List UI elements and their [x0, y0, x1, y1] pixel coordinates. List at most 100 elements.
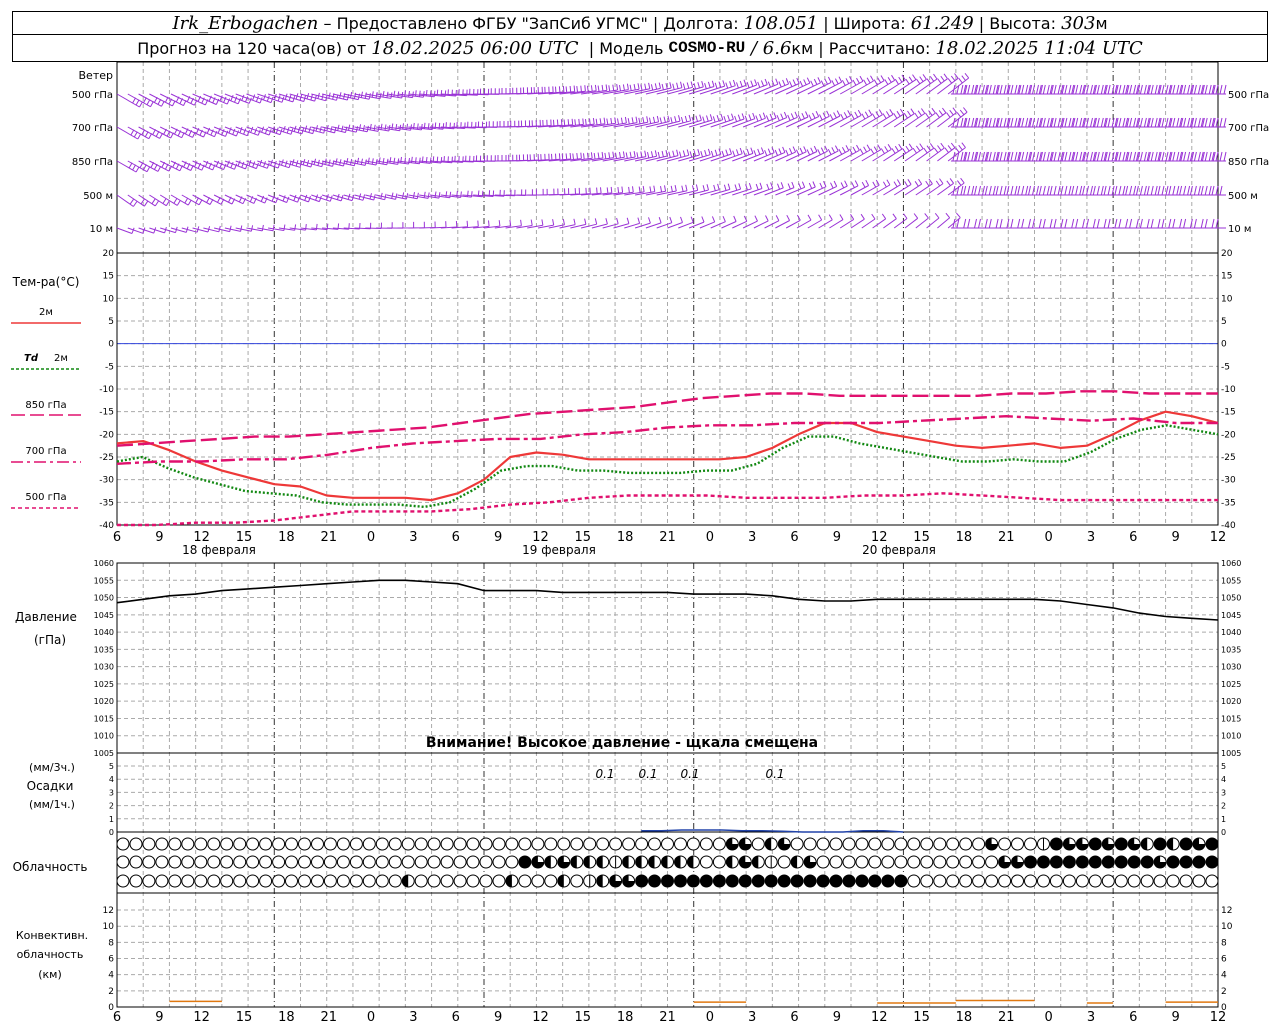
cloud-symbol [336, 855, 350, 869]
precip-value-label: 0.1 [680, 767, 699, 781]
wind-barb [602, 217, 619, 229]
cloud-symbol [881, 874, 895, 888]
wind-barb [268, 224, 286, 231]
cloud-symbol [142, 837, 156, 851]
cloud-symbol [375, 855, 389, 869]
wind-barb [494, 87, 522, 95]
cloud-symbol [881, 837, 895, 851]
hour-tick-label: 18 [617, 1010, 634, 1024]
cloud-symbol [1114, 855, 1128, 869]
cloud-symbol-half [752, 856, 759, 868]
wind-barb [559, 218, 576, 229]
wind-barb [419, 221, 436, 229]
wind-barb [839, 214, 855, 229]
cloud-symbol [336, 874, 350, 888]
cloud-symbol [1114, 837, 1128, 851]
wind-barb [116, 126, 142, 140]
cloud-symbol [505, 837, 519, 851]
wind-barb [484, 88, 511, 95]
cloud-symbol [998, 874, 1012, 888]
cloud-symbol [466, 855, 480, 869]
temp-tick-right: -10 [1221, 385, 1236, 395]
cloud-symbol [453, 837, 467, 851]
cloud-symbol [842, 855, 856, 869]
wind-barb [289, 224, 307, 231]
wind-barb [883, 213, 897, 229]
wind-barb [775, 146, 797, 162]
cloud-symbol [388, 837, 402, 851]
cloud-symbol [1205, 837, 1219, 851]
temp-tick-right: -30 [1221, 476, 1236, 486]
cloud-symbol-half [635, 856, 642, 868]
wind-level-10m: 10 м [90, 224, 113, 235]
wind-barb [829, 214, 844, 229]
cloud-title: Облачность [13, 860, 88, 874]
hour-tick-label: 6 [1129, 530, 1137, 545]
cloud-symbol [311, 855, 324, 869]
hour-tick-label: 6 [790, 1010, 798, 1024]
cloud-symbol [207, 837, 221, 851]
cloud-symbol [674, 837, 687, 851]
wind-barb [160, 226, 178, 234]
temp-tick-right: -25 [1221, 453, 1236, 463]
conv-tick-left: 0 [108, 1003, 114, 1013]
press-tick-left: 1010 [94, 732, 114, 741]
cloud-symbol [998, 837, 1012, 851]
wind-barb [332, 124, 359, 133]
cloud-symbol [349, 837, 363, 851]
wind-level-700hpa-right: 700 гПа [1228, 123, 1269, 134]
wind-barb [883, 74, 906, 95]
precip-tick-right: 5 [1221, 762, 1226, 771]
cloud-symbol [505, 855, 519, 869]
cloud-symbol [220, 855, 234, 869]
cloud-symbol [401, 855, 415, 869]
temp-tick-right: 5 [1221, 317, 1227, 327]
hour-tick-label: 12 [193, 1010, 210, 1024]
press-tick-right: 1035 [1221, 645, 1241, 654]
cloud-symbol [194, 855, 208, 869]
wind-barb [904, 213, 919, 229]
cloud-symbol [453, 874, 467, 888]
wind-barb [839, 75, 864, 95]
cloud-symbol [1101, 874, 1115, 888]
temp-tick-left: -20 [99, 430, 114, 440]
cloud-symbol [972, 855, 986, 869]
cloud-symbol [518, 837, 532, 851]
temp-tick-right: -35 [1221, 498, 1236, 508]
precip-tick-right: 1 [1221, 815, 1226, 824]
precip-title: Осадки [27, 779, 74, 793]
cloud-symbol-half [570, 856, 577, 868]
hour-tick-label: 6 [452, 1010, 460, 1024]
precip-value-label: 0.1 [638, 767, 657, 781]
cloud-symbol [466, 837, 480, 851]
press-tick-left: 1050 [94, 594, 114, 603]
wind-barb [473, 121, 498, 128]
wind-barb [667, 216, 683, 229]
cloud-symbol [272, 874, 286, 888]
cloud-symbol [142, 855, 156, 869]
cloud-symbol [362, 855, 376, 869]
conv-tick-right: 6 [1221, 955, 1227, 965]
hour-tick-label: 6 [790, 530, 798, 545]
cloud-symbol [492, 855, 506, 869]
hour-tick-label: 9 [833, 530, 841, 545]
cloud-symbol [388, 855, 402, 869]
precip-tick-left: 2 [109, 802, 114, 811]
wind-barb [850, 213, 865, 229]
wind-barb [429, 221, 447, 229]
cloud-symbol [686, 837, 700, 851]
hour-tick-label: 21 [659, 1010, 676, 1024]
temp-tick-left: 15 [103, 272, 114, 282]
cloud-symbol [492, 837, 506, 851]
press-tick-left: 1035 [94, 645, 114, 654]
wind-barb [829, 76, 853, 95]
cloud-symbol [168, 874, 182, 888]
press-tick-right: 1045 [1221, 611, 1241, 620]
press-tick-right: 1020 [1221, 697, 1241, 706]
wind-barb [116, 227, 135, 234]
cloud-symbol [246, 855, 260, 869]
cloud-symbol [1075, 855, 1089, 869]
press-tick-right: 1055 [1221, 576, 1241, 585]
cloud-symbol [712, 874, 726, 888]
cloud-symbol [323, 837, 337, 851]
